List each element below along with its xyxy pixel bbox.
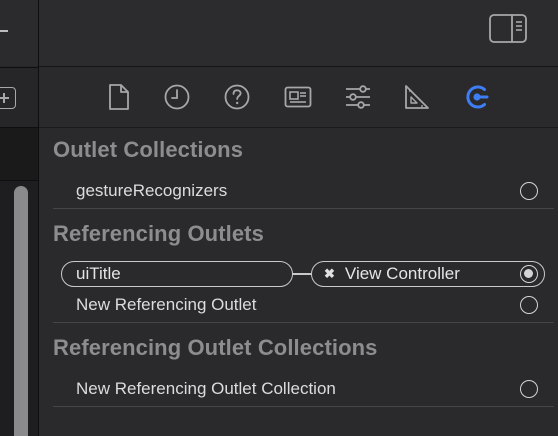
new-referencing-outlet-collection-circle[interactable] [520, 380, 538, 398]
plus-square-icon[interactable] [0, 87, 16, 109]
inspector-toolbar [39, 0, 558, 67]
navigator-toolbar [0, 0, 38, 66]
navigator-tabbar [0, 67, 38, 128]
tab-history-inspector[interactable] [162, 82, 192, 112]
connection-source-label: uiTitle [76, 264, 121, 283]
sidebar-right-icon [489, 14, 527, 43]
ruler-icon [405, 85, 429, 109]
file-icon [109, 84, 129, 110]
section-title-referencing-outlets: Referencing Outlets [53, 221, 264, 246]
minus-icon[interactable] [0, 30, 8, 32]
navigator-header [0, 127, 38, 180]
remove-connection-icon[interactable]: ✖ [324, 266, 335, 282]
id-card-icon [284, 86, 312, 108]
toggle-inspector-button[interactable] [489, 13, 527, 45]
navigator-edge [0, 0, 39, 436]
section-title-referencing-outlet-collections: Referencing Outlet Collections [53, 335, 378, 360]
tab-attributes-inspector[interactable] [343, 82, 373, 112]
tab-identity-inspector[interactable] [283, 82, 313, 112]
sliders-icon [346, 85, 370, 109]
connection-destination-pill[interactable]: ✖ View Controller [311, 261, 545, 287]
inspector-content: Outlet Collections gestureRecognizers Re… [39, 127, 558, 436]
outlet-collection-label: gestureRecognizers [76, 181, 228, 200]
tab-connections-inspector[interactable] [462, 82, 492, 112]
tab-quick-help[interactable] [222, 82, 252, 112]
connection-line [292, 273, 312, 275]
scrollbar-thumb[interactable] [14, 186, 28, 436]
inspector-tabbar [39, 67, 558, 127]
connections-icon [466, 85, 489, 109]
question-icon [224, 84, 250, 110]
divider [53, 208, 554, 209]
tab-file-inspector[interactable] [104, 82, 134, 112]
section-title-outlet-collections: Outlet Collections [53, 137, 244, 162]
connections-inspector: Outlet Collections gestureRecognizers Re… [39, 0, 558, 436]
new-referencing-outlet-label: New Referencing Outlet [76, 295, 257, 314]
connected-outlet-circle[interactable] [520, 265, 538, 283]
connection-source-pill[interactable]: uiTitle [61, 261, 293, 287]
new-referencing-outlet-circle[interactable] [520, 296, 538, 314]
tab-size-inspector[interactable] [402, 82, 432, 112]
new-referencing-outlet-collection-label: New Referencing Outlet Collection [76, 379, 336, 398]
outlet-connect-circle[interactable] [520, 182, 538, 200]
clock-icon [164, 84, 190, 110]
xcode-window: Outlet Collections gestureRecognizers Re… [0, 0, 558, 436]
divider [53, 322, 554, 323]
connection-destination-label: View Controller [344, 264, 460, 283]
divider [53, 406, 554, 407]
